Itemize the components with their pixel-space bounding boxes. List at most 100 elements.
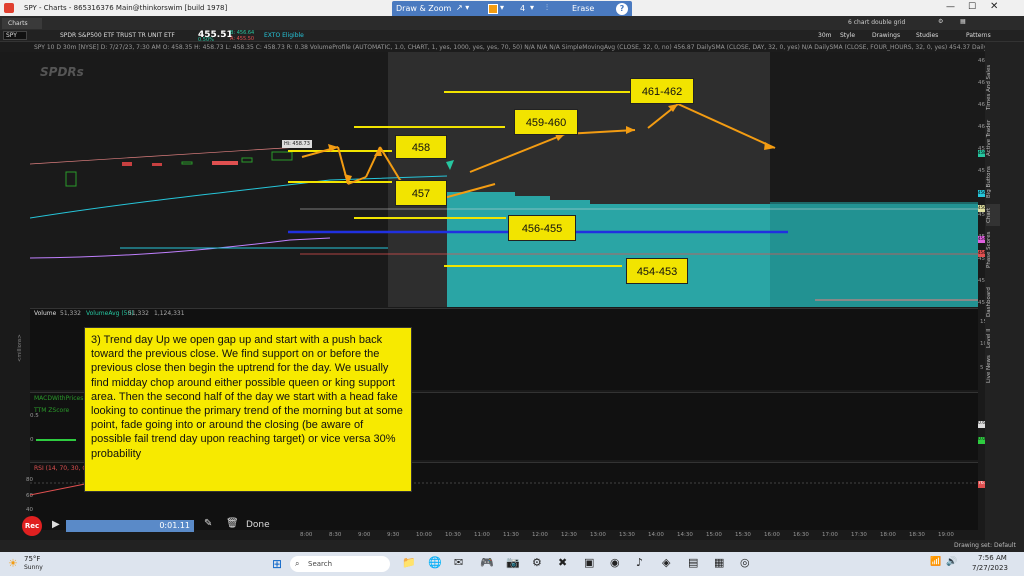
app-icon[interactable]: 📷 [506,556,520,569]
close-icon[interactable]: ✕ [990,1,998,12]
sidebar-tab-live-news[interactable]: Live News [986,354,1000,384]
minimize-icon[interactable]: — [946,2,955,12]
candle [181,161,193,165]
sidebar-tab-phase-scores[interactable]: Phase Scores [986,230,1000,270]
weather-condition: Sunny [24,564,43,571]
time-tick: 11:30 [503,532,519,538]
app-icon[interactable]: ♪ [636,556,643,569]
app-icon[interactable]: 🎮 [480,556,494,569]
weather-temp[interactable]: 75°F [24,555,40,563]
grip-icon[interactable]: ⫶ [546,3,548,13]
time-tick: 12:30 [561,532,577,538]
price-badge: 454.09 [978,250,985,257]
app-icon[interactable]: 🌐 [428,556,442,569]
app-icon[interactable]: ✉ [454,556,463,569]
time-tick: 19:00 [938,532,954,538]
sidebar-tab-active-trader[interactable]: Active Trader [986,118,1000,158]
chevron-down-icon[interactable]: ▾ [500,3,504,12]
time-tick: 15:30 [735,532,751,538]
right-sidebar: Times And Sales Active Trader Big Button… [985,42,1024,552]
chevron-down-icon[interactable]: ▾ [530,3,534,12]
zscore-label: TTM ZScore [34,407,70,414]
volume-icon[interactable]: 🔊 [946,557,957,567]
patterns-menu[interactable]: Patterns [966,32,991,39]
app-icon[interactable]: ▣ [584,556,594,569]
candle [65,171,77,187]
volume-avg-label: VolumeAvg (50) [86,310,134,317]
volume-label: Volume [34,310,57,317]
strategy-note[interactable]: 3) Trend day Up we open gap up and start… [84,327,412,492]
pencil-icon[interactable]: ✎ [204,518,212,529]
screen-recorder-bar: Rec ▶ 0:01.11 ✎ 🗑 Done [20,516,280,536]
play-icon[interactable]: ▶ [52,519,60,530]
time-tick: 11:00 [474,532,490,538]
app-icon[interactable]: ▤ [688,556,698,569]
app-icon[interactable]: ✖ [558,556,567,569]
level-note-458[interactable]: 458 [395,135,447,159]
pencil-icon[interactable]: ↗ ▾ [456,3,469,12]
level-note-454-453[interactable]: 454-453 [626,258,688,284]
windows-taskbar: ☀ 75°F Sunny ⊞ Search ⌕ 📁 🌐 ✉ 🎮 📷 ⚙ ✖ ▣ … [0,552,1024,576]
status-bar: Drawing set: Default [0,540,1024,552]
wifi-icon[interactable]: 📶 [930,557,941,567]
app-icon[interactable]: ◉ [610,556,620,569]
app-icon[interactable]: ◎ [740,556,750,569]
app-icon[interactable]: 📁 [402,556,416,569]
time-tick: 13:00 [590,532,606,538]
time-tick: 13:30 [619,532,635,538]
level-note-456-455[interactable]: 456-455 [508,215,576,241]
erase-button[interactable]: Erase [572,4,594,13]
level-note-459-460[interactable]: 459-460 [514,109,578,135]
grid-layout-label: 6 chart double grid [848,19,906,26]
symbol-input[interactable]: SPY [3,31,27,40]
price-chart[interactable]: SPDRs Hi: 458.73 458 457 459-460 461-462… [29,52,978,307]
macd-tick: 0 [30,437,34,443]
clock-time[interactable]: 7:56 AM [978,554,1007,562]
level-note-461-462[interactable]: 461-462 [630,78,694,104]
done-button[interactable]: Done [246,520,270,530]
sidebar-tab-times-and-sales[interactable]: Times And Sales [986,62,1000,112]
app-icon[interactable]: ⚙ [532,556,542,569]
record-button[interactable]: Rec [22,516,42,536]
time-tick: 14:30 [677,532,693,538]
maximize-icon[interactable]: ☐ [968,2,976,12]
sidebar-tab-chart[interactable]: Chart [986,204,1000,226]
time-tick: 12:00 [532,532,548,538]
time-tick: 9:00 [358,532,371,538]
sidebar-tab-level-ii[interactable]: Level II [986,326,1000,350]
draw-zoom-button[interactable]: Draw & Zoom [396,4,451,13]
gear-icon[interactable]: ⚙ [938,18,943,25]
candle [122,162,132,166]
line-width-select[interactable]: 4 [520,4,525,13]
price-badge: 456.2 [978,205,985,212]
layout-grid-icon[interactable]: ▦ [960,18,966,25]
price-chart-svg [29,52,978,307]
spdrs-logo: SPDRs [40,65,84,79]
level-note-457[interactable]: 457 [395,180,447,206]
studies-menu[interactable]: Studies [916,32,938,39]
style-menu[interactable]: Style [840,32,855,39]
tab-charts[interactable]: Charts [2,18,42,29]
volume-axis-label: <millions> [16,334,23,362]
high-label: Hi: 458.73 [282,140,312,148]
clock-date[interactable]: 7/27/2023 [972,564,1008,572]
windows-start-icon[interactable]: ⊞ [272,557,282,571]
time-tick: 18:00 [880,532,896,538]
drawings-menu[interactable]: Drawings [872,32,900,39]
symbol-description: SPDR S&P500 ETF TRUST TR UNIT ETF [60,32,175,39]
volume-profile-extension [770,202,978,307]
app-icon[interactable]: ▦ [714,556,724,569]
drawing-set-label[interactable]: Drawing set: Default [954,542,1016,549]
sidebar-tab-big-buttons[interactable]: Big Buttons [986,164,1000,200]
price-badge: 458.73 [978,150,985,157]
macd-tick: 0.5 [30,413,39,419]
taskbar-search[interactable]: Search [290,556,390,572]
sidebar-tab-dashboard[interactable]: Dashboard [986,282,1000,322]
color-swatch[interactable] [488,4,498,14]
help-button[interactable]: ? [616,3,628,15]
app-icon[interactable]: ◈ [662,556,670,569]
trash-icon[interactable]: 🗑 [226,518,239,529]
timeframe-select[interactable]: 30m [818,32,831,39]
price-badge: 454.73 [978,236,985,243]
chart-info-bar: SPY 10 D 30m [NYSE] D: 7/27/23, 7:30 AM … [0,42,985,52]
